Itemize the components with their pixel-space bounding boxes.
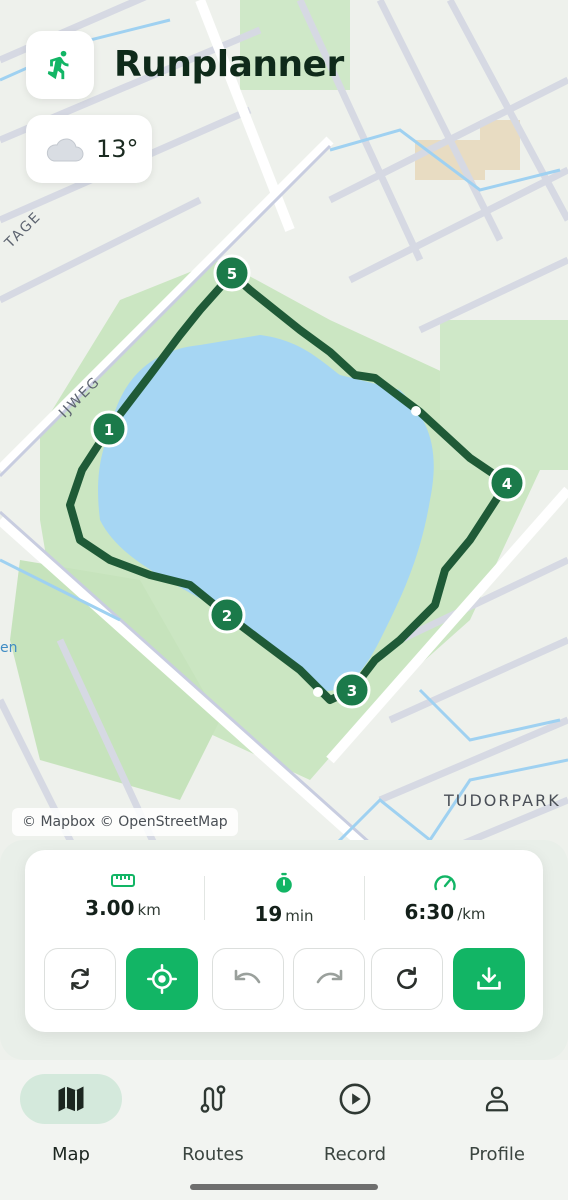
cloud-icon (46, 138, 84, 162)
duration-value: 19 (254, 902, 283, 926)
map-attribution[interactable]: © Mapbox © OpenStreetMap (12, 808, 238, 836)
street-label: en (0, 640, 18, 656)
tab-routes[interactable]: Routes (142, 1074, 284, 1165)
pace-unit: /km (457, 905, 486, 923)
redo-icon (316, 969, 343, 984)
tab-record[interactable]: Record (284, 1074, 426, 1165)
waypoint-label: 3 (347, 682, 357, 700)
waypoint-4[interactable]: 4 (488, 464, 526, 502)
tab-label: Routes (182, 1144, 244, 1165)
waypoint-5[interactable]: 5 (213, 254, 251, 292)
weather-temperature: 13° (96, 135, 139, 163)
waypoint-label: 4 (502, 475, 512, 493)
reset-button[interactable] (371, 948, 443, 1010)
locate-icon (147, 964, 177, 994)
route-midpoint[interactable] (411, 406, 421, 416)
download-icon (477, 967, 501, 990)
sand-area (480, 120, 520, 170)
running-person-icon (47, 50, 69, 80)
reverse-route-button[interactable] (44, 948, 116, 1010)
undo-icon (234, 969, 261, 984)
weather-widget[interactable]: 13° (26, 115, 152, 183)
waypoint-label: 1 (104, 421, 114, 439)
waypoint-3[interactable]: 3 (333, 671, 371, 709)
reverse-route-icon (71, 968, 89, 990)
waypoint-1[interactable]: 1 (90, 410, 128, 448)
home-indicator (190, 1184, 378, 1190)
distance-unit: km (137, 901, 161, 919)
undo-button[interactable] (212, 948, 284, 1010)
duration-unit: min (285, 907, 314, 925)
distance-stat: 3.00 km (37, 872, 209, 920)
reset-icon (397, 966, 417, 990)
map-icon (58, 1086, 84, 1112)
play-icon (339, 1083, 371, 1115)
redo-button[interactable] (293, 948, 365, 1010)
route-midpoint[interactable] (313, 687, 323, 697)
stopwatch-icon (276, 872, 292, 893)
tab-profile[interactable]: Profile (426, 1074, 568, 1165)
app-logo (26, 31, 94, 99)
waypoint-label: 2 (222, 607, 232, 625)
bottom-tab-bar: Map Routes Record Profile (0, 1060, 568, 1200)
routes-icon (200, 1085, 226, 1113)
person-icon (485, 1086, 509, 1112)
tab-label: Record (323, 1144, 387, 1165)
pace-value: 6:30 (404, 900, 455, 924)
tab-label: Map (52, 1144, 90, 1165)
waypoint-label: 5 (227, 265, 237, 283)
route-stats-panel: 3.00 km 19 min 6:30/km (25, 850, 543, 1032)
tab-map[interactable]: Map (0, 1074, 142, 1165)
download-button[interactable] (453, 948, 525, 1010)
distance-value: 3.00 (85, 896, 135, 920)
waypoint-2[interactable]: 2 (208, 596, 246, 634)
app-title: Runplanner (114, 44, 344, 85)
pace-stat: 6:30/km (359, 872, 531, 924)
duration-stat: 19 min (198, 872, 370, 926)
street-label: TUDORPARK (444, 791, 561, 810)
ruler-icon (111, 874, 135, 887)
tab-label: Profile (469, 1144, 525, 1165)
speedometer-icon (434, 875, 456, 891)
locate-button[interactable] (126, 948, 198, 1010)
